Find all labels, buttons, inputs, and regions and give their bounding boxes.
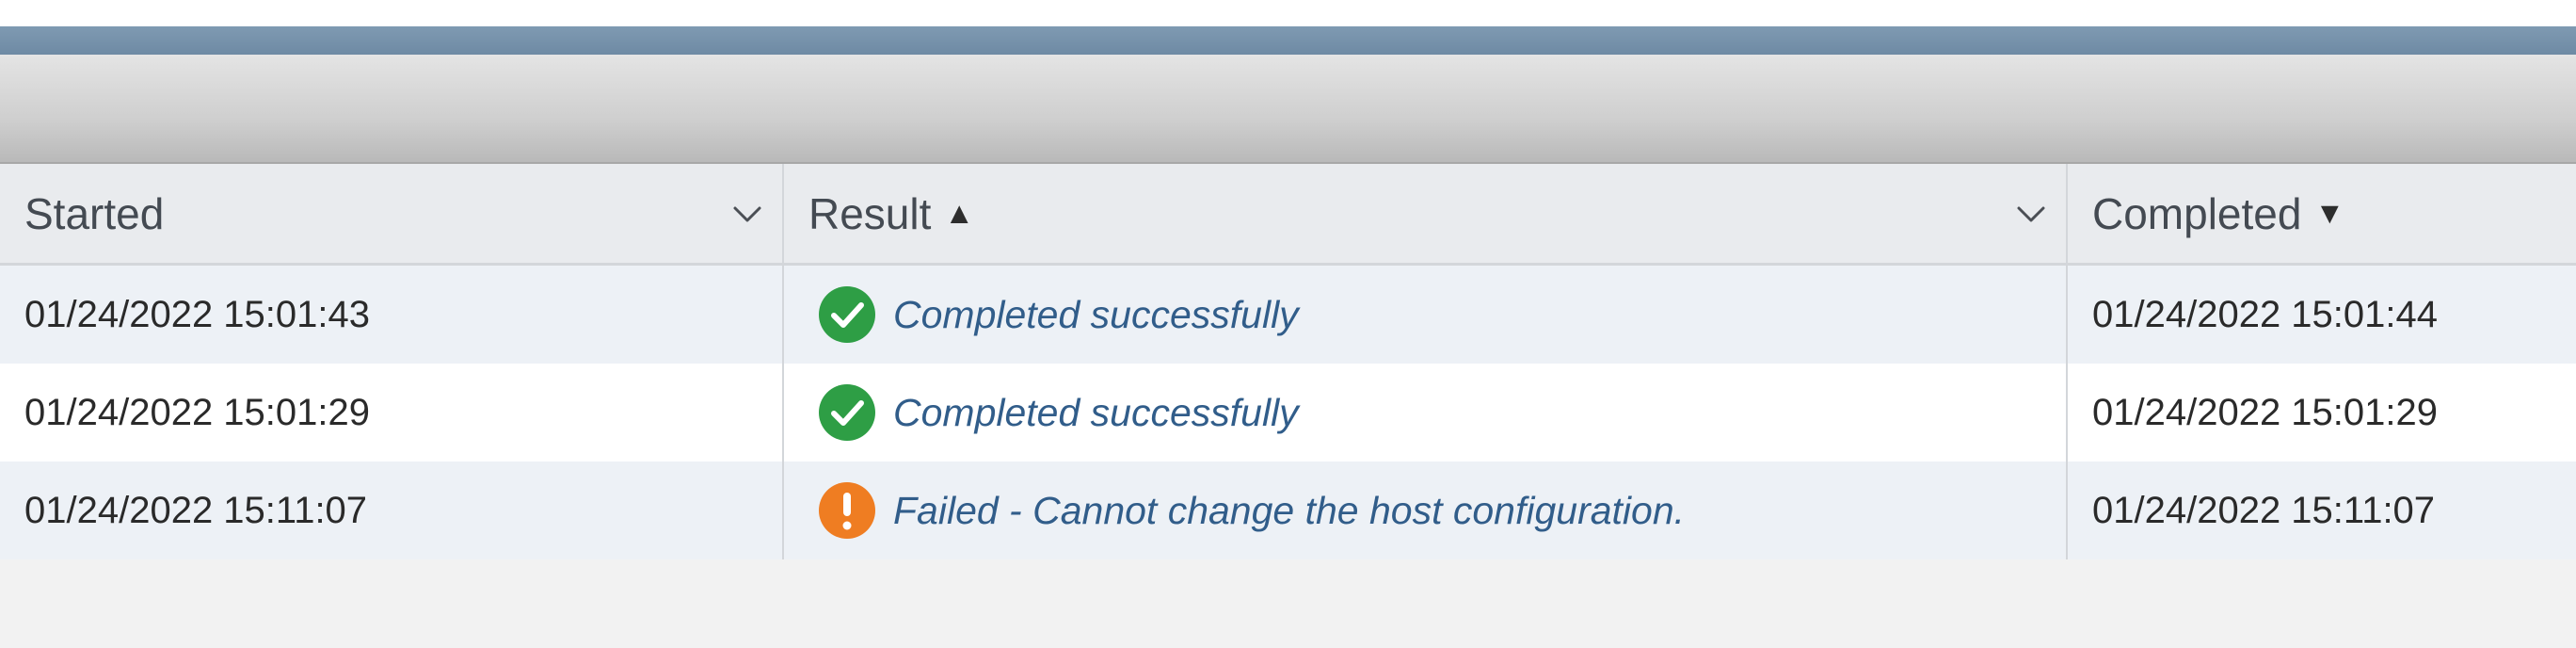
- window-top-edge: [0, 0, 2576, 26]
- table-header-row: Started Result ▲ Completed ▼: [0, 164, 2576, 266]
- result-cell[interactable]: Completed successfully: [784, 266, 2068, 364]
- panel-toolbar: [0, 55, 2576, 164]
- completed-cell: 01/24/2022 15:01:29: [2092, 391, 2439, 433]
- chevron-down-icon[interactable]: [729, 196, 765, 232]
- warning-circle-icon: [819, 482, 875, 539]
- table-row[interactable]: 01/24/2022 15:01:43 Completed successful…: [0, 266, 2576, 364]
- result-link[interactable]: Completed successfully: [893, 293, 1299, 337]
- result-link[interactable]: Completed successfully: [893, 391, 1299, 435]
- chevron-down-icon[interactable]: [2013, 196, 2049, 232]
- check-circle-icon: [819, 384, 875, 441]
- check-circle-icon: [819, 286, 875, 343]
- result-cell[interactable]: Failed - Cannot change the host configur…: [784, 462, 2068, 559]
- column-header-label: Completed: [2092, 188, 2302, 238]
- column-header-result[interactable]: Result ▲: [784, 164, 2068, 263]
- started-cell: 01/24/2022 15:01:29: [0, 364, 784, 462]
- column-header-started[interactable]: Started: [0, 164, 784, 263]
- table-row[interactable]: 01/24/2022 15:11:07 Failed - Cannot chan…: [0, 462, 2576, 559]
- result-cell[interactable]: Completed successfully: [784, 364, 2068, 462]
- sort-descending-icon: ▼: [2314, 196, 2345, 230]
- started-cell: 01/24/2022 15:11:07: [0, 462, 784, 559]
- table-row[interactable]: 01/24/2022 15:01:29 Completed successful…: [0, 364, 2576, 462]
- recent-tasks-panel: Started Result ▲ Completed ▼ 01/24/2022 …: [0, 0, 2576, 648]
- column-header-completed[interactable]: Completed ▼: [2068, 164, 2576, 263]
- panel-title-bar: [0, 26, 2576, 55]
- tasks-table: Started Result ▲ Completed ▼ 01/24/2022 …: [0, 164, 2576, 559]
- column-header-label: Started: [24, 188, 165, 238]
- completed-cell: 01/24/2022 15:01:44: [2092, 293, 2439, 335]
- sort-ascending-icon: ▲: [944, 196, 975, 230]
- completed-cell: 01/24/2022 15:11:07: [2092, 489, 2436, 531]
- column-header-label: Result: [808, 188, 932, 238]
- result-link[interactable]: Failed - Cannot change the host configur…: [893, 489, 1685, 533]
- started-cell: 01/24/2022 15:01:43: [0, 266, 784, 364]
